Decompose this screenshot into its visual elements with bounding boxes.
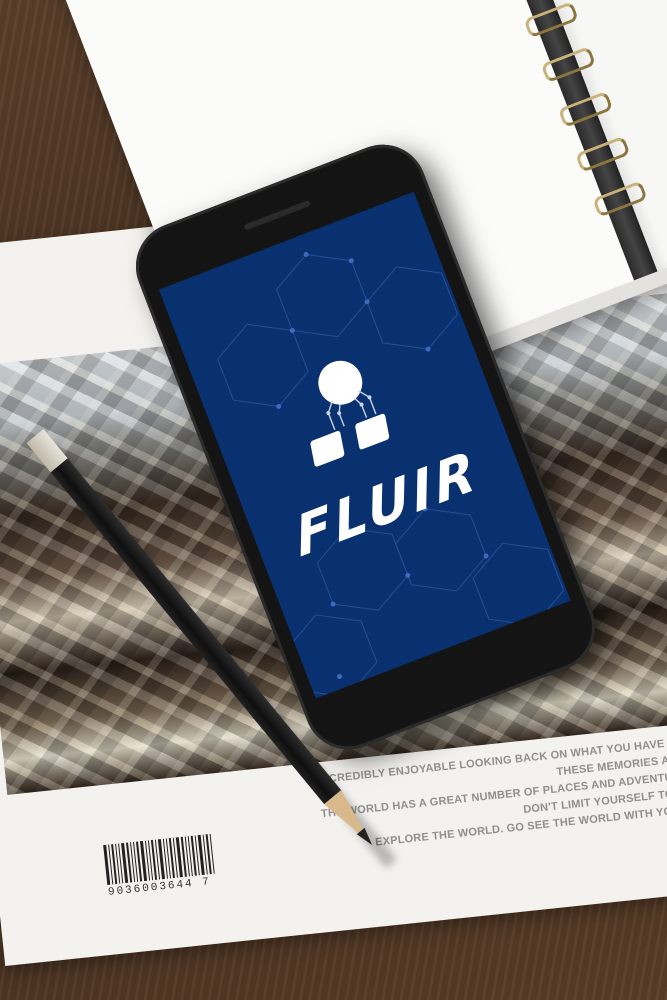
barcode-icon: 9036003644 7 [103, 833, 218, 899]
phone-speaker [243, 199, 311, 231]
photo-scene: INCREDIBLY ENJOYABLE LOOKING BACK ON WHA… [0, 0, 667, 1000]
